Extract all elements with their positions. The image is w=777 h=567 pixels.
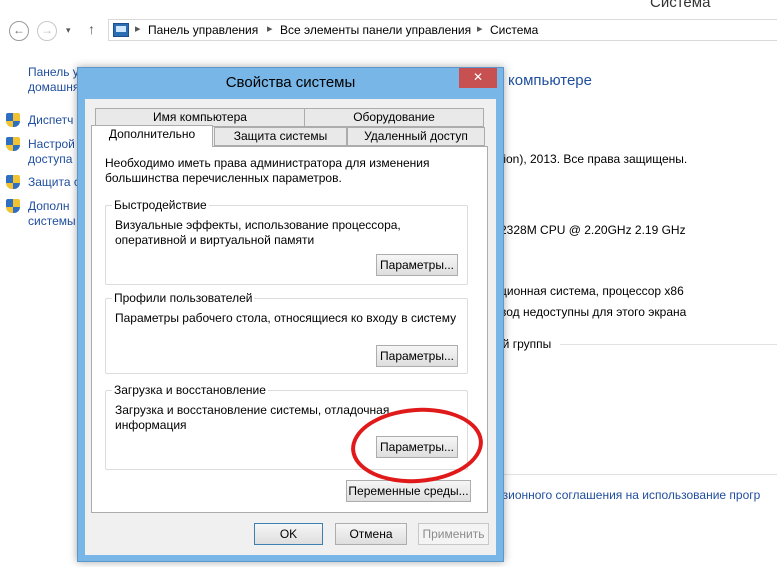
address-bar[interactable]: ▸ Панель управления ▸ Все элементы панел…	[108, 19, 777, 41]
section-divider	[500, 474, 777, 475]
environment-variables-button[interactable]: Переменные среды...	[346, 480, 471, 502]
left-remote-settings-link-line2[interactable]: доступа	[28, 152, 72, 167]
copyright-text: tion), 2013. Все права защищены.	[500, 152, 688, 166]
back-button[interactable]: ←	[9, 21, 29, 41]
user-profiles-group: Профили пользователей Параметры рабочего…	[105, 291, 468, 374]
navigation-bar: ← → ▾ ↑ ▸ Панель управления ▸ Все элемен…	[0, 16, 777, 46]
breadcrumb-all-items[interactable]: Все элементы панели управления	[280, 23, 471, 37]
system-properties-dialog: Свойства системы ✕ Имя компьютера Оборуд…	[77, 67, 504, 562]
breadcrumb-separator-icon: ▸	[135, 23, 141, 35]
tab-system-protection[interactable]: Защита системы	[214, 127, 347, 146]
user-profiles-description: Параметры рабочего стола, относящиеся ко…	[115, 311, 457, 325]
left-remote-settings-link[interactable]: Настрой	[28, 137, 75, 152]
performance-description: Визуальные эффекты, использование процес…	[115, 218, 401, 247]
control-panel-icon	[113, 23, 129, 37]
breadcrumb-control-panel[interactable]: Панель управления	[148, 23, 258, 37]
workgroup-heading: ей группы	[496, 337, 552, 351]
left-system-protection-link[interactable]: Защита с	[28, 175, 80, 190]
close-button[interactable]: ✕	[459, 68, 497, 88]
cpu-value: 2328M CPU @ 2.20GHz 2.19 GHz	[500, 223, 686, 237]
left-home-link-line1[interactable]: Панель у	[28, 65, 79, 80]
shield-icon	[6, 199, 20, 214]
apply-button[interactable]: Применить	[418, 523, 489, 545]
ok-button[interactable]: OK	[254, 523, 323, 545]
up-arrow-icon[interactable]: ↑	[88, 21, 95, 37]
license-link[interactable]: нзионного соглашения на использование пр…	[496, 488, 760, 502]
section-divider	[560, 344, 777, 345]
performance-group-title: Быстродействие	[112, 198, 209, 212]
window-title: Система	[650, 0, 711, 11]
dialog-title: Свойства системы	[225, 74, 356, 91]
shield-icon	[6, 137, 20, 152]
breadcrumb-separator-icon: ▸	[477, 23, 483, 35]
shield-icon	[6, 175, 20, 190]
history-dropdown-icon[interactable]: ▾	[66, 25, 71, 36]
performance-group: Быстродействие Визуальные эффекты, испол…	[105, 198, 468, 285]
left-advanced-settings-link-line2[interactable]: системы	[28, 214, 76, 229]
forward-button[interactable]: →	[37, 21, 57, 41]
user-profiles-settings-button[interactable]: Параметры...	[376, 345, 458, 367]
breadcrumb-separator-icon: ▸	[267, 23, 273, 35]
system-heading: компьютере	[508, 72, 592, 89]
pen-touch-value: вод недоступны для этого экрана	[500, 305, 687, 319]
dialog-client-area: Имя компьютера Оборудование Дополнительн…	[85, 99, 496, 555]
tab-remote[interactable]: Удаленный доступ	[347, 127, 485, 146]
performance-settings-button[interactable]: Параметры...	[376, 254, 458, 276]
user-profiles-group-title: Профили пользователей	[112, 291, 255, 305]
system-type-value: ционная система, процессор x86	[500, 284, 684, 298]
breadcrumb-system[interactable]: Система	[490, 23, 538, 37]
startup-recovery-group-title: Загрузка и восстановление	[112, 383, 268, 397]
tab-hardware[interactable]: Оборудование	[304, 108, 484, 127]
shield-icon	[6, 113, 20, 128]
screen: Система ← → ▾ ↑ ▸ Панель управления ▸ Вс…	[0, 0, 777, 567]
left-home-link-line2[interactable]: домашня	[28, 80, 79, 95]
left-advanced-settings-link[interactable]: Дополн	[28, 199, 69, 214]
admin-notice: Необходимо иметь права администратора дл…	[105, 156, 430, 185]
left-device-manager-link[interactable]: Диспетч	[28, 113, 73, 128]
tab-advanced[interactable]: Дополнительно	[91, 125, 213, 147]
cancel-button[interactable]: Отмена	[335, 523, 407, 545]
